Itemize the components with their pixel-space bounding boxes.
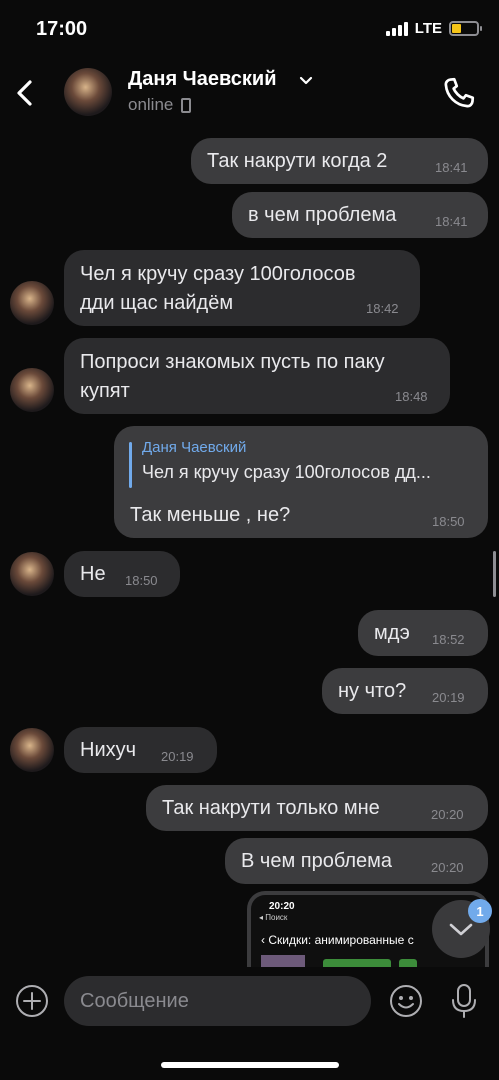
- status-indicators: LTE: [385, 20, 482, 37]
- message-text: Так меньше , не?: [130, 504, 291, 526]
- contact-avatar[interactable]: [64, 68, 112, 116]
- contact-status: online: [128, 95, 174, 114]
- reply-quoted-text: Чел я кручу сразу 100голосов дд...: [142, 462, 431, 482]
- message-input[interactable]: [80, 976, 360, 1026]
- attachment-button-preview: [323, 959, 391, 967]
- message-time: 20:20: [431, 860, 464, 875]
- message-text: В чем проблема: [241, 850, 393, 872]
- unread-count-badge: 1: [468, 899, 492, 923]
- battery-icon: [449, 21, 482, 36]
- message-bubble-reply[interactable]: Даня Чаевский Чел я кручу сразу 100голос…: [114, 426, 488, 538]
- message-text-line: купят: [80, 380, 130, 402]
- reply-author: Даня Чаевский: [142, 439, 247, 456]
- attachment-image-preview: [261, 955, 305, 967]
- message-time: 18:50: [432, 514, 465, 529]
- attachment-button-preview: [399, 959, 417, 967]
- message-text: Нихуч: [80, 739, 137, 761]
- message-text: в чем проблема: [248, 204, 397, 226]
- message-time: 18:52: [432, 632, 465, 647]
- scrollbar[interactable]: [493, 551, 496, 597]
- message-bubble-incoming[interactable]: Чел я кручу сразу 100голосов дди щас най…: [64, 250, 420, 326]
- chevron-down-icon[interactable]: [298, 72, 314, 88]
- add-attachment-button[interactable]: [14, 983, 50, 1019]
- message-text-line: Чел я кручу сразу 100голосов: [80, 263, 356, 285]
- message-composer[interactable]: [64, 976, 371, 1026]
- message-time: 20:19: [161, 749, 194, 764]
- microphone-button[interactable]: [449, 982, 479, 1020]
- status-time: 17:00: [36, 18, 88, 40]
- attachment-status-time: 20:20: [269, 901, 295, 912]
- mobile-icon: [181, 98, 191, 113]
- attachment-title: ‹ Скидки: анимированные с: [261, 933, 414, 947]
- message-bubble-incoming[interactable]: Нихуч 20:19: [64, 727, 217, 773]
- message-bubble-outgoing[interactable]: ну что? 20:19: [322, 668, 488, 714]
- message-text: мдэ: [374, 622, 410, 644]
- phone-call-button[interactable]: [440, 74, 478, 112]
- message-bubble-outgoing[interactable]: в чем проблема 18:41: [232, 192, 488, 238]
- sender-avatar[interactable]: [10, 368, 54, 412]
- sender-avatar[interactable]: [10, 281, 54, 325]
- message-time: 18:42: [366, 301, 399, 316]
- message-bubble-incoming[interactable]: Попроси знакомых пусть по паку купят 18:…: [64, 338, 450, 414]
- network-type: LTE: [414, 20, 442, 37]
- message-time: 18:50: [125, 573, 158, 588]
- message-bubble-outgoing[interactable]: В чем проблема 20:20: [225, 838, 488, 884]
- attachment-back-label: ◂ Поиск: [259, 913, 288, 922]
- message-bubble-outgoing[interactable]: мдэ 18:52: [358, 610, 488, 656]
- message-text: Так накрути когда 2: [207, 150, 388, 172]
- emoji-button[interactable]: [388, 983, 424, 1019]
- message-time: 20:19: [432, 690, 465, 705]
- home-indicator: [161, 1062, 339, 1068]
- message-text: Так накрути только мне: [162, 797, 380, 819]
- message-text-line: Попроси знакомых пусть по паку: [80, 351, 385, 373]
- message-text: Не: [80, 563, 106, 585]
- message-time: 18:41: [435, 160, 468, 175]
- message-text: ну что?: [338, 680, 407, 702]
- message-time: 18:41: [435, 214, 468, 229]
- reply-quote-bar: [129, 442, 132, 488]
- message-bubble-outgoing[interactable]: Так накрути когда 2 18:41: [191, 138, 488, 184]
- message-time: 18:48: [395, 389, 428, 404]
- message-bubble-outgoing[interactable]: Так накрути только мне 20:20: [146, 785, 488, 831]
- message-text-line: дди щас найдём: [80, 292, 234, 314]
- signal-icon: [385, 21, 408, 36]
- sender-avatar[interactable]: [10, 728, 54, 772]
- message-time: 20:20: [431, 807, 464, 822]
- message-bubble-incoming[interactable]: Не 18:50: [64, 551, 180, 597]
- back-button[interactable]: [10, 74, 40, 112]
- sender-avatar[interactable]: [10, 552, 54, 596]
- contact-name[interactable]: Даня Чаевский: [128, 68, 277, 91]
